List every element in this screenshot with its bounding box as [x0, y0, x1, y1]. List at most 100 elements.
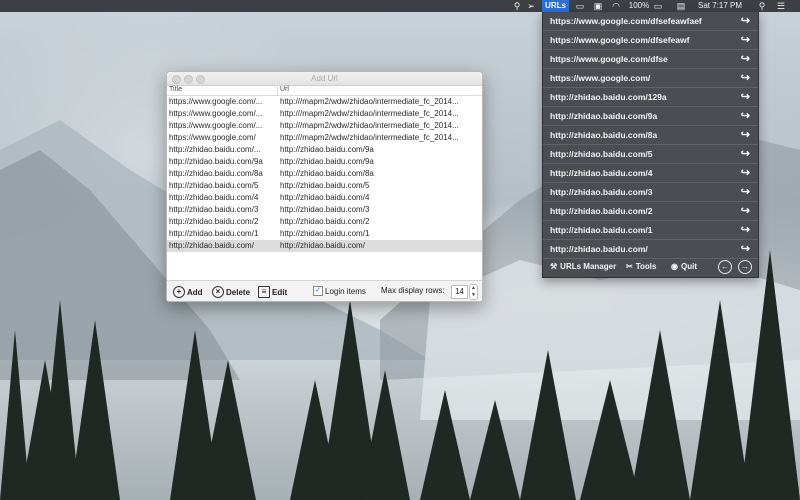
open-url-icon[interactable]: ↪ [741, 242, 750, 255]
table-row[interactable]: https://www.google.com/... http:///mapm2/… [167, 96, 482, 108]
menu-item-url[interactable]: http://zhidao.baidu.com/8a ↪ [543, 126, 758, 145]
max-rows-input[interactable]: 14 [451, 285, 468, 299]
table-row[interactable]: https://www.google.com/http:///mapm2/wdw… [167, 132, 482, 144]
cell-title: http://zhidao.baidu.com/9a [169, 157, 263, 166]
open-url-icon[interactable]: ↪ [741, 147, 750, 160]
cell-title: http://zhidao.baidu.com/5 [169, 181, 259, 190]
open-url-icon[interactable]: ↪ [741, 166, 750, 179]
menu-item-url[interactable]: http://zhidao.baidu.com/2 ↪ [543, 202, 758, 221]
spotlight-icon[interactable]: ⚲ [757, 0, 767, 12]
cell-url: http://zhidao.baidu.com/3 [280, 205, 370, 214]
menu-item-url[interactable]: http://zhidao.baidu.com/1 ↪ [543, 221, 758, 240]
edit-label: Edit [272, 287, 288, 297]
menu-footer: ⚒ URLs Manager ✂ Tools ◉ Quit ← → [543, 258, 758, 277]
open-url-icon[interactable]: ↪ [741, 71, 750, 84]
menu-item-url[interactable]: http://zhidao.baidu.com/5 ↪ [543, 145, 758, 164]
menu-item-label: http://zhidao.baidu.com/129a [550, 92, 667, 102]
table-header: Title Url [167, 85, 482, 96]
menu-item-url[interactable]: http://zhidao.baidu.com/129a ↪ [543, 88, 758, 107]
paperclip-icon[interactable]: ➢ [526, 0, 536, 12]
column-divider[interactable] [277, 85, 278, 95]
edit-button[interactable]: ≡ Edit [258, 286, 287, 298]
list-icon[interactable]: ☰ [775, 0, 787, 12]
menu-item-label: http://zhidao.baidu.com/8a [550, 130, 658, 140]
table-row[interactable]: http://zhidao.baidu.com/... http://zhidao… [167, 144, 482, 156]
back-arrow-icon[interactable]: ← [718, 260, 732, 274]
urls-dropdown-menu: https://www.google.com/dfsefeawfaef ↪ htt… [542, 12, 759, 278]
cell-url: http:///mapm2/wdw/zhidao/intermediate_fc… [280, 109, 459, 118]
cell-title: http://zhidao.baidu.com/ [169, 241, 254, 250]
table-row[interactable]: http://zhidao.baidu.com/2 http://zhidao.b… [167, 216, 482, 228]
menu-item-url[interactable]: http://zhidao.baidu.com/9a ↪ [543, 107, 758, 126]
search-icon[interactable]: ⚲ [512, 0, 522, 12]
menu-item-url[interactable]: https://www.google.com/ ↪ [543, 69, 758, 88]
column-header-url[interactable]: Url [280, 86, 289, 93]
table-row[interactable]: https://www.google.com/... http:///mapm2/… [167, 108, 482, 120]
cell-title: http://zhidao.baidu.com/8a [169, 169, 263, 178]
delete-label: Delete [226, 287, 251, 297]
table-row[interactable]: http://zhidao.baidu.com/5 http://zhidao.b… [167, 180, 482, 192]
wrench-icon: ⚒ [550, 262, 558, 271]
menu-item-label: http://zhidao.baidu.com/9a [550, 111, 658, 121]
delete-button[interactable]: × Delete [212, 286, 250, 298]
open-url-icon[interactable]: ↪ [741, 52, 750, 65]
menu-item-url[interactable]: https://www.google.com/dfsefeawf ↪ [543, 31, 758, 50]
cell-title: http://zhidao.baidu.com/1 [169, 229, 259, 238]
display-icon[interactable]: ▣ [592, 0, 604, 12]
menu-item-url[interactable]: http://zhidao.baidu.com/3 ↪ [543, 183, 758, 202]
open-url-icon[interactable]: ↪ [741, 204, 750, 217]
menu-item-url[interactable]: http://zhidao.baidu.com/4 ↪ [543, 164, 758, 183]
table-row[interactable]: http://zhidao.baidu.com/3 http://zhidao.b… [167, 204, 482, 216]
cell-url: http://zhidao.baidu.com/4 [280, 193, 370, 202]
menu-item-label: https://www.google.com/ [550, 73, 651, 83]
window-titlebar[interactable]: Add Url [167, 72, 482, 86]
flag-icon[interactable]: ▤ [675, 0, 687, 12]
open-url-icon[interactable]: ↪ [741, 185, 750, 198]
checkmark-icon: ✓ [313, 286, 323, 296]
airplay-icon[interactable]: ▭ [574, 0, 586, 12]
cell-url: http://zhidao.baidu.com/5 [280, 181, 370, 190]
urls-manager-button[interactable]: ⚒ URLs Manager [550, 262, 616, 271]
cell-url: http://zhidao.baidu.com/1 [280, 229, 370, 238]
table-row[interactable]: http://zhidao.baidu.com/1 http://zhidao.b… [167, 228, 482, 240]
open-url-icon[interactable]: ↪ [741, 128, 750, 141]
table-row-selected[interactable]: http://zhidao.baidu.com/http://zhidao.ba… [167, 240, 482, 252]
column-header-title[interactable]: Title [169, 86, 182, 93]
login-items-checkbox[interactable]: ✓ Login items [313, 286, 366, 296]
add-url-window: Add Url Title Url https://www.google.com… [166, 71, 483, 302]
open-url-icon[interactable]: ↪ [741, 90, 750, 103]
table-row[interactable]: http://zhidao.baidu.com/9a http://zhidao.… [167, 156, 482, 168]
quit-label: Quit [680, 262, 697, 271]
menu-item-url[interactable]: https://www.google.com/dfsefeawfaef ↪ [543, 12, 758, 31]
cell-title: http://zhidao.baidu.com/4 [169, 193, 259, 202]
open-url-icon[interactable]: ↪ [741, 14, 750, 27]
delete-x-icon: × [212, 286, 224, 298]
urls-menu-label: URLs [542, 0, 569, 12]
menu-item-label: https://www.google.com/dfse [550, 54, 668, 64]
cell-url: http://zhidao.baidu.com/ [280, 241, 365, 250]
menu-item-label: https://www.google.com/dfsefeawf [550, 35, 690, 45]
table-row[interactable]: https://www.google.com/... http:///mapm2/… [167, 120, 482, 132]
open-url-icon[interactable]: ↪ [741, 223, 750, 236]
cell-url: http:///mapm2/wdw/zhidao/intermediate_fc… [280, 121, 459, 130]
table-row[interactable]: http://zhidao.baidu.com/8a http://zhidao.… [167, 168, 482, 180]
open-url-icon[interactable]: ↪ [741, 33, 750, 46]
cell-url: http://zhidao.baidu.com/9a [280, 145, 374, 154]
add-button[interactable]: + Add [173, 286, 203, 298]
cell-title: https://www.google.com/... [169, 121, 263, 130]
open-url-icon[interactable]: ↪ [741, 109, 750, 122]
wifi-icon[interactable]: ◠ [610, 0, 622, 12]
menu-item-url[interactable]: https://www.google.com/dfse ↪ [543, 50, 758, 69]
tools-button[interactable]: ✂ Tools [626, 262, 656, 271]
table-row[interactable]: http://zhidao.baidu.com/4 http://zhidao.b… [167, 192, 482, 204]
menu-item-url[interactable]: http://zhidao.baidu.com/ ↪ [543, 240, 758, 259]
menubar-clock[interactable]: Sat 7:17 PM [694, 0, 746, 12]
forward-arrow-icon[interactable]: → [738, 260, 752, 274]
battery-icon[interactable]: ▭ [651, 0, 665, 12]
urls-menu-button[interactable]: URLs [542, 0, 569, 12]
cell-url: http://zhidao.baidu.com/9a [280, 157, 374, 166]
cell-title: http://zhidao.baidu.com/3 [169, 205, 259, 214]
menu-item-label: https://www.google.com/dfsefeawfaef [550, 16, 702, 26]
max-rows-stepper[interactable]: ▲ ▼ [469, 284, 478, 300]
quit-button[interactable]: ◉ Quit [671, 262, 697, 271]
